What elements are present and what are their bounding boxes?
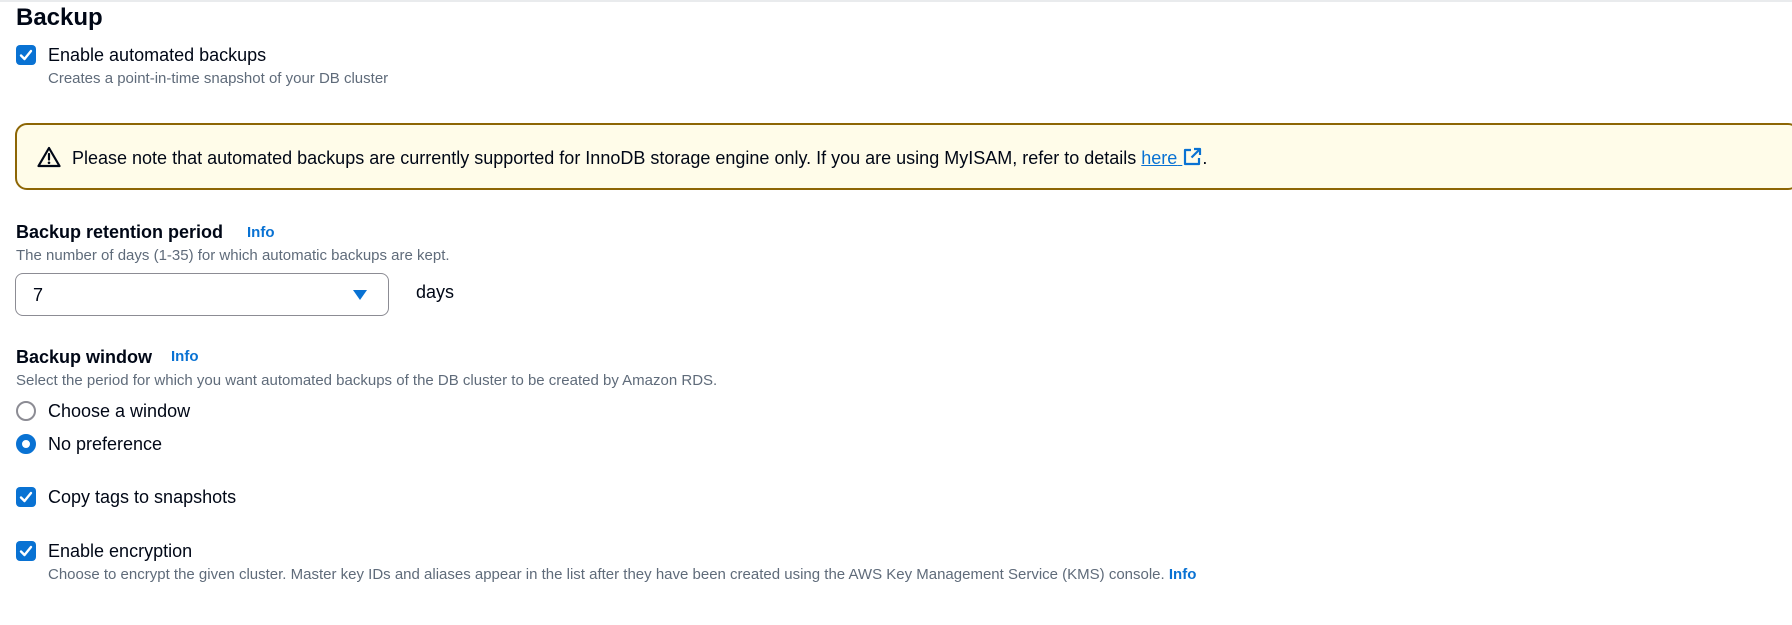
encryption-description-row: Choose to encrypt the given cluster. Mas… — [48, 566, 1196, 584]
retention-period-select[interactable]: 7 — [15, 273, 389, 316]
choose-window-label[interactable]: Choose a window — [48, 400, 190, 422]
retention-period-label: Backup retention period — [16, 222, 224, 242]
retention-info-link[interactable]: Info — [247, 224, 275, 242]
backup-window-label: Backup window — [16, 347, 153, 367]
retention-description: The number of days (1-35) for which auto… — [16, 247, 450, 264]
no-preference-label[interactable]: No preference — [48, 433, 162, 455]
top-divider — [0, 0, 1792, 2]
alert-text: Please note that automated backups are c… — [72, 148, 1142, 168]
warning-icon — [37, 146, 61, 168]
enable-encryption-checkbox[interactable] — [16, 541, 36, 561]
encryption-info-link[interactable]: Info — [1169, 566, 1197, 583]
here-link[interactable]: here — [1141, 147, 1202, 168]
warning-alert: Please note that automated backups are c… — [15, 123, 1792, 190]
retention-select-value: 7 — [33, 285, 44, 305]
here-link-label[interactable]: here — [1141, 148, 1177, 168]
copy-tags-checkbox[interactable] — [16, 487, 36, 507]
encryption-description: Choose to encrypt the given cluster. Mas… — [48, 566, 1165, 583]
checkmark-icon — [19, 545, 33, 557]
backup-window-info-link[interactable]: Info — [171, 348, 199, 366]
enable-automated-backups-label[interactable]: Enable automated backups — [48, 44, 266, 66]
automated-backups-description: Creates a point-in-time snapshot of your… — [48, 70, 389, 87]
external-link-icon[interactable] — [1182, 147, 1202, 167]
section-title: Backup — [16, 4, 103, 31]
backup-window-description: Select the period for which you want aut… — [16, 372, 718, 389]
checkmark-icon — [19, 491, 33, 503]
alert-message: Please note that automated backups are c… — [72, 147, 1207, 169]
no-preference-radio[interactable] — [16, 434, 36, 454]
checkmark-icon — [19, 49, 33, 61]
alert-suffix: . — [1202, 148, 1208, 168]
choose-window-radio[interactable] — [16, 401, 36, 421]
retention-unit-label: days — [416, 282, 455, 302]
enable-encryption-label[interactable]: Enable encryption — [48, 540, 192, 562]
caret-down-icon — [353, 290, 367, 300]
enable-automated-backups-checkbox[interactable] — [16, 45, 36, 65]
copy-tags-label[interactable]: Copy tags to snapshots — [48, 486, 236, 508]
